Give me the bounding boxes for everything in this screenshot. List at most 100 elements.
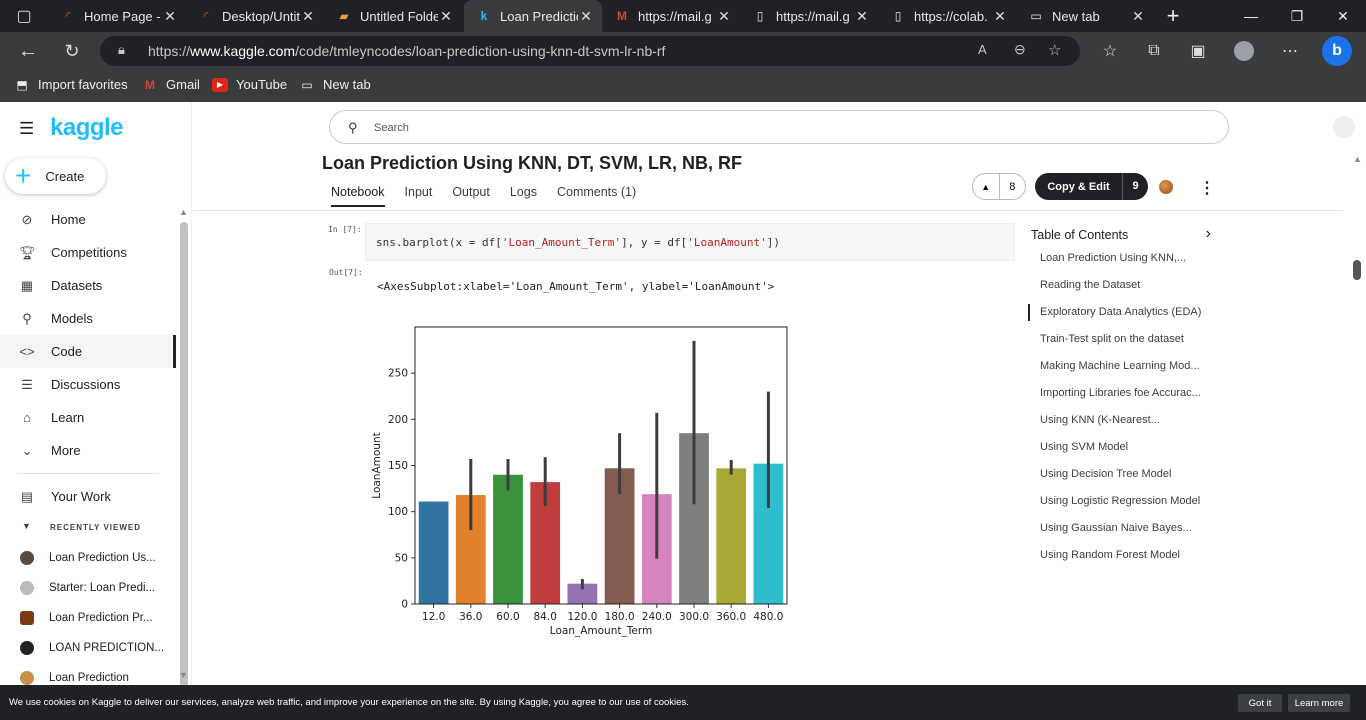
upvote-button[interactable]: ▲ 8	[972, 173, 1026, 200]
copy-edit-count: 9	[1122, 173, 1148, 200]
kaggle-icon: k	[480, 9, 488, 23]
browser-tab[interactable]: ▰ Untitled Folde ✕	[324, 0, 462, 32]
sidebar-item-datasets[interactable]: ▦ Datasets	[0, 269, 176, 302]
profile-icon[interactable]	[1230, 37, 1258, 65]
close-icon[interactable]: ✕	[1130, 8, 1146, 25]
tab-logs[interactable]: Logs	[510, 185, 537, 207]
copy-edit-button[interactable]: Copy & Edit 9	[1035, 173, 1148, 200]
browser-essentials-icon[interactable]: ▣	[1184, 37, 1212, 65]
got-it-button[interactable]: Got it	[1238, 694, 1282, 712]
favorite-star-icon[interactable]: ☆	[1048, 41, 1061, 59]
kaggle-logo[interactable]: kaggle	[50, 114, 124, 142]
menu-icon[interactable]: ☰	[19, 119, 34, 139]
scroll-up-icon[interactable]: ▲	[179, 207, 188, 217]
scroll-up-icon[interactable]: ▲	[1353, 154, 1362, 164]
close-icon[interactable]: ✕	[992, 8, 1008, 25]
user-avatar[interactable]	[1333, 116, 1355, 138]
address-bar[interactable]: 🔒︎ https://www.kaggle.com/code/tmleyncod…	[100, 36, 1080, 66]
browser-tab[interactable]: ▯ https://colab. ✕	[878, 0, 1016, 32]
fav-import[interactable]: ⬒ Import favorites	[14, 77, 127, 92]
recent-item[interactable]: LOAN PREDICTION...	[0, 633, 164, 663]
y-tick-label: 0	[401, 599, 408, 611]
more-options-icon[interactable]: ⋮	[1199, 178, 1215, 198]
gmail-icon: M	[617, 9, 627, 23]
browser-tab[interactable]: ◜ Desktop/Untit ✕	[186, 0, 324, 32]
browser-tab[interactable]: M https://mail.g ✕	[602, 0, 740, 32]
toc-item[interactable]: Using SVM Model	[1040, 441, 1220, 453]
bing-icon[interactable]: b	[1322, 36, 1352, 66]
zoom-icon[interactable]: ⊖	[1014, 41, 1026, 58]
recent-item[interactable]: Starter: Loan Predi...	[0, 573, 155, 603]
fav-newtab[interactable]: ▭ New tab	[299, 77, 371, 92]
browser-tab[interactable]: ▯ https://mail.g ✕	[740, 0, 878, 32]
toc-item[interactable]: Reading the Dataset	[1040, 279, 1220, 291]
toc-active-indicator	[1028, 304, 1030, 321]
close-window-button[interactable]: ✕	[1320, 0, 1366, 32]
tab-comments[interactable]: Comments (1)	[557, 185, 636, 207]
content-scrollbar[interactable]	[1353, 260, 1361, 280]
browser-tab[interactable]: ◜ Home Page - ✕	[48, 0, 186, 32]
minimize-button[interactable]: —	[1228, 0, 1274, 32]
page-icon: ▯	[894, 9, 902, 23]
browser-tab-active[interactable]: k Loan Predictic ✕	[464, 0, 602, 32]
sidebar-scrollbar[interactable]	[180, 222, 188, 687]
sidebar-item-competitions[interactable]: 🏆︎ Competitions	[0, 236, 176, 269]
toc-item[interactable]: Exploratory Data Analytics (EDA)	[1040, 306, 1220, 318]
learn-more-button[interactable]: Learn more	[1288, 694, 1350, 712]
toc-item[interactable]: Train-Test split on the dataset	[1040, 333, 1220, 345]
sidebar-item-your-work[interactable]: ▤ Your Work	[0, 480, 176, 513]
fav-label: New tab	[323, 77, 371, 92]
chevron-down-icon: ⌄	[21, 442, 33, 458]
recent-item[interactable]: Loan Prediction Pr...	[0, 603, 153, 633]
toc-item[interactable]: Using KNN (K-Nearest...	[1040, 414, 1220, 426]
code-cell[interactable]: sns.barplot(x = df['Loan_Amount_Term'], …	[365, 223, 1015, 261]
more-menu-icon[interactable]: ⋯	[1276, 37, 1304, 65]
toc-item[interactable]: Making Machine Learning Mod...	[1040, 360, 1220, 372]
address-toolbar: ← ↻ 🔒︎ https://www.kaggle.com/code/tmley…	[0, 32, 1366, 70]
upvote-icon: ▲	[981, 181, 991, 192]
author-avatar[interactable]	[1159, 180, 1173, 194]
collections-icon[interactable]: ⧉	[1140, 37, 1168, 65]
tab-notebook[interactable]: Notebook	[331, 185, 385, 207]
toc-item[interactable]: Importing Libraries foe Accurac...	[1040, 387, 1220, 399]
sidebar-item-code[interactable]: <> Code	[0, 335, 176, 368]
tab-input[interactable]: Input	[405, 185, 433, 207]
search-input[interactable]: ⚲ Search	[329, 110, 1229, 144]
restore-button[interactable]: ❐	[1274, 0, 1320, 32]
new-tab-button[interactable]: +	[1150, 0, 1196, 32]
sidebar-item-discussions[interactable]: ☰ Discussions	[0, 368, 176, 401]
sidebar-item-more[interactable]: ⌄ More	[0, 434, 176, 467]
toc-item[interactable]: Loan Prediction Using KNN,...	[1040, 252, 1220, 264]
sidebar-item-models[interactable]: ⚲ Models	[0, 302, 176, 335]
close-icon[interactable]: ✕	[578, 8, 594, 25]
fav-gmail[interactable]: M Gmail	[142, 77, 200, 92]
toc-item[interactable]: Using Decision Tree Model	[1040, 468, 1220, 480]
tab-actions-icon[interactable]: ▢	[10, 2, 38, 30]
refresh-icon[interactable]: ↻	[58, 37, 86, 65]
scroll-down-icon[interactable]: ▼	[179, 670, 188, 680]
toc-item[interactable]: Using Logistic Regression Model	[1040, 495, 1220, 507]
browser-tab[interactable]: ▭ New tab ✕	[1016, 0, 1154, 32]
back-icon[interactable]: ←	[14, 37, 42, 65]
browser-tab-label: https://mail.g	[776, 8, 850, 24]
sidebar-item-home[interactable]: ⊘ Home	[0, 203, 176, 236]
toc-item[interactable]: Using Gaussian Naive Bayes...	[1040, 522, 1220, 534]
y-tick-label: 50	[395, 552, 408, 564]
close-icon[interactable]: ✕	[162, 8, 178, 25]
sidebar-item-learn[interactable]: ⌂ Learn	[0, 401, 176, 434]
close-icon[interactable]: ✕	[716, 8, 732, 25]
create-button[interactable]: + Create	[5, 158, 106, 194]
collapse-icon[interactable]: ▼	[22, 521, 31, 531]
read-aloud-icon[interactable]: A	[978, 42, 987, 57]
favorites-icon[interactable]: ☆	[1096, 37, 1124, 65]
tab-output[interactable]: Output	[452, 185, 490, 207]
recent-item[interactable]: Loan Prediction Us...	[0, 543, 156, 573]
close-icon[interactable]: ✕	[300, 8, 316, 25]
toc-item[interactable]: Using Random Forest Model	[1040, 549, 1220, 561]
y-tick-label: 100	[388, 506, 408, 518]
close-icon[interactable]: ✕	[438, 8, 454, 25]
chevron-right-icon[interactable]: ›	[1206, 225, 1211, 243]
learn-icon: ⌂	[23, 410, 31, 425]
fav-youtube[interactable]: ▶ YouTube	[212, 77, 287, 92]
close-icon[interactable]: ✕	[854, 8, 870, 25]
